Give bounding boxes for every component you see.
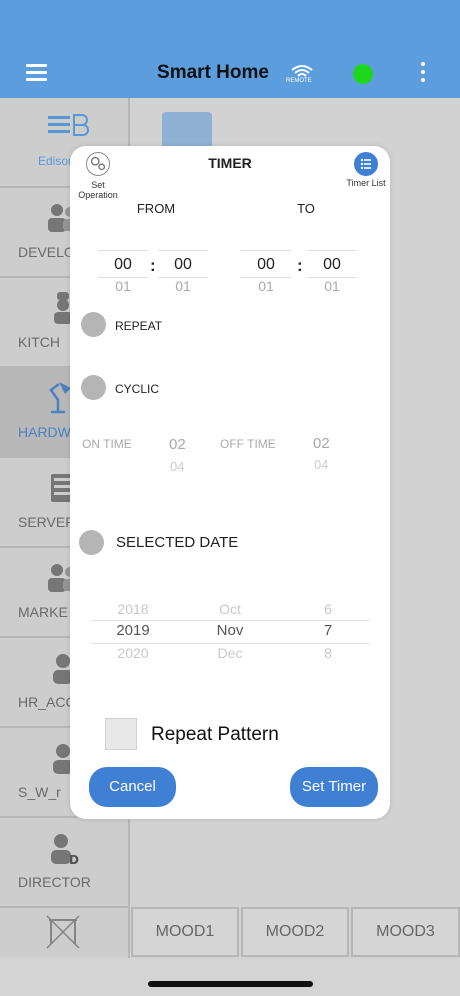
bottom-safe-area [0, 958, 460, 996]
set-timer-button[interactable]: Set Timer [290, 767, 378, 807]
off-time-value[interactable]: 02 [313, 435, 330, 452]
from-hour-value: 00 [98, 250, 148, 278]
month-picker[interactable]: Oct Nov Dec [205, 598, 255, 664]
timer-dialog: Set Operation TIMER Timer List FROM TO 0… [70, 146, 390, 819]
to-minute-picker[interactable]: 00 01 [307, 250, 357, 294]
app-title: Smart Home [157, 62, 269, 83]
to-minute-value: 00 [307, 250, 357, 278]
timer-list-label[interactable]: Timer List [345, 178, 387, 188]
year-option-selected: 2019 [116, 622, 150, 639]
year-picker[interactable]: 2018 2019 2020 [108, 598, 158, 664]
selected-date-label: SELECTED DATE [116, 534, 239, 551]
cyclic-label: CYCLIC [115, 382, 160, 396]
off-time-next: 04 [314, 457, 329, 472]
from-hour-next: 01 [115, 278, 131, 294]
remote-label: REMOTE [286, 78, 312, 84]
repeat-radio[interactable] [81, 312, 106, 337]
set-operation-label[interactable]: Set Operation [72, 180, 124, 200]
year-option: 2020 [117, 645, 149, 661]
on-time-next: 04 [170, 459, 185, 474]
from-label: FROM [136, 201, 176, 216]
cancel-button[interactable]: Cancel [89, 767, 176, 807]
day-option: 6 [324, 601, 332, 617]
from-minute-picker[interactable]: 00 01 [158, 250, 208, 294]
to-minute-next: 01 [324, 278, 340, 294]
to-hour-next: 01 [258, 278, 274, 294]
from-minute-next: 01 [175, 278, 191, 294]
connection-status-dot [353, 64, 373, 84]
month-option: Oct [219, 601, 241, 617]
day-option-selected: 7 [323, 622, 333, 639]
month-option: Dec [217, 645, 243, 661]
from-minute-value: 00 [158, 250, 208, 278]
off-time-label: OFF TIME [220, 437, 276, 451]
hamburger-menu-icon[interactable] [26, 64, 47, 82]
repeat-pattern-label: Repeat Pattern [151, 724, 279, 745]
timer-title: TIMER [208, 155, 252, 171]
more-options-icon[interactable] [420, 62, 426, 84]
from-hour-picker[interactable]: 00 01 [98, 250, 148, 294]
year-option: 2018 [117, 601, 149, 617]
on-time-value[interactable]: 02 [169, 436, 186, 453]
selected-date-radio[interactable] [79, 530, 104, 555]
app-header: Smart Home REMOTE [0, 0, 460, 98]
on-time-label: ON TIME [82, 437, 132, 451]
repeat-label: REPEAT [115, 319, 163, 333]
day-picker[interactable]: 6 7 8 [308, 598, 348, 664]
repeat-pattern-checkbox[interactable] [105, 718, 137, 750]
timer-list-icon[interactable] [354, 152, 378, 176]
month-option-selected: Nov [216, 622, 244, 639]
cyclic-radio[interactable] [81, 375, 106, 400]
to-hour-picker[interactable]: 00 01 [241, 250, 291, 294]
day-option: 8 [324, 645, 332, 661]
from-colon: : [150, 256, 156, 275]
to-colon: : [297, 256, 303, 275]
to-hour-value: 00 [241, 250, 291, 278]
home-indicator[interactable] [148, 981, 313, 987]
to-label: TO [297, 201, 315, 216]
